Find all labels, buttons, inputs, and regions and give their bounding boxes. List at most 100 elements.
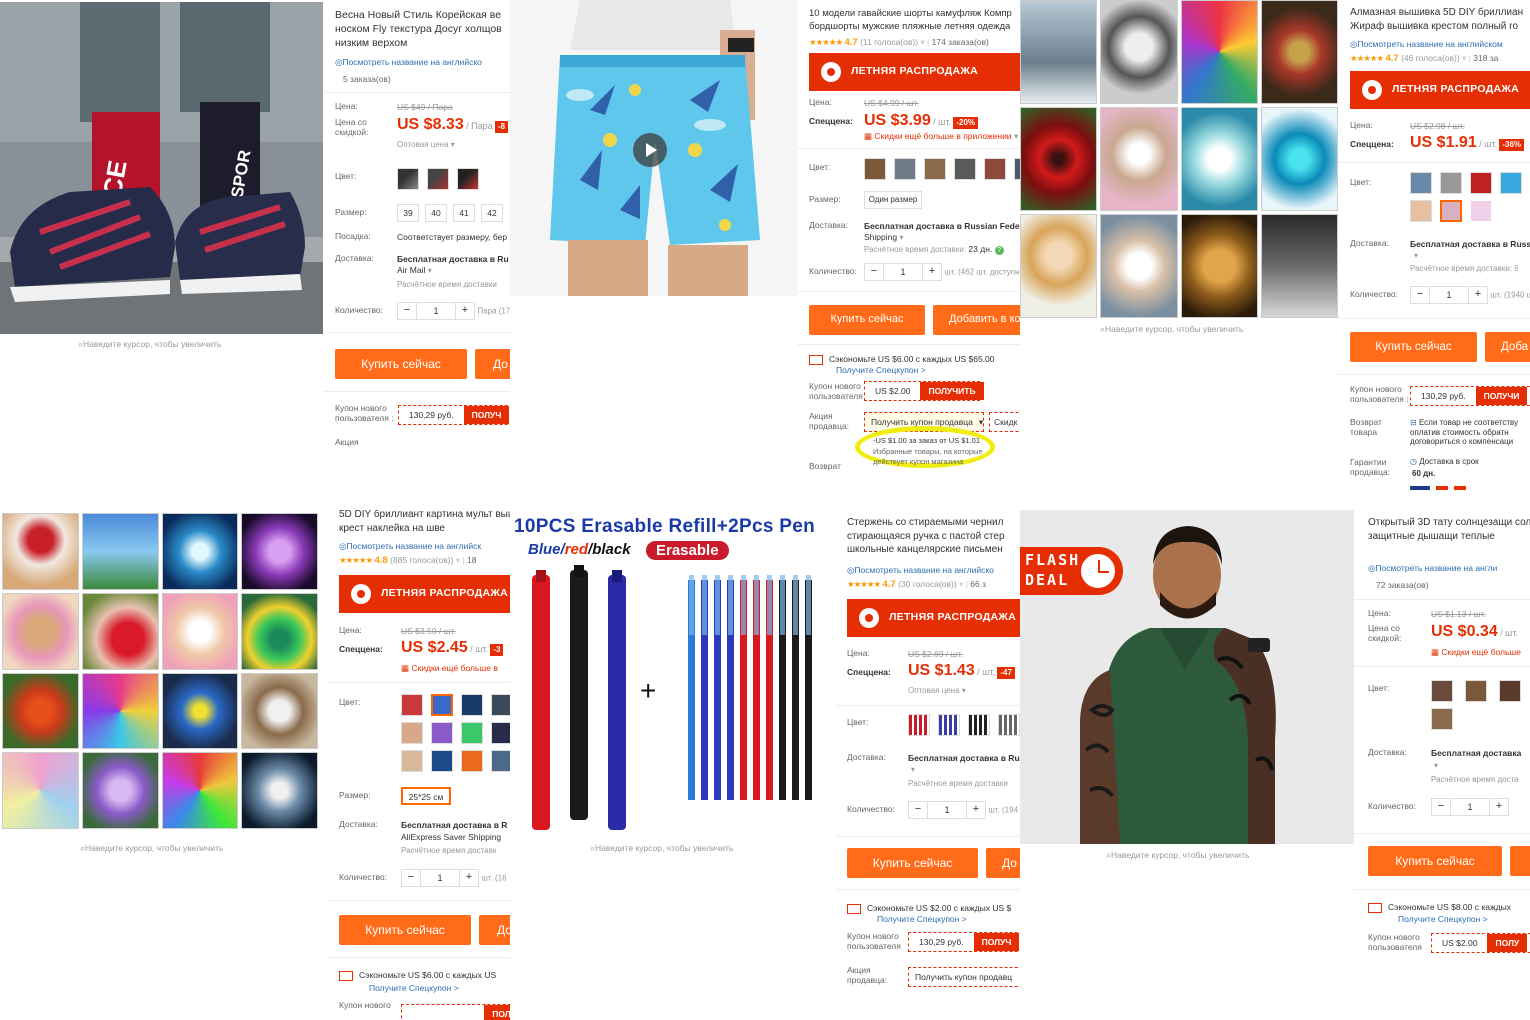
color-swatch[interactable] — [401, 722, 423, 744]
color-swatch[interactable] — [491, 750, 510, 772]
shipping-method[interactable]: Shipping ▾ — [864, 232, 903, 243]
buy-now-button[interactable]: Купить сейчас — [1350, 332, 1477, 362]
thumbnail[interactable] — [1260, 0, 1338, 104]
quantity-value[interactable]: 1 — [416, 303, 456, 319]
quantity-stepper[interactable]: −1 + шт. (16 — [401, 869, 507, 887]
quantity-stepper[interactable]: −1 + шт. (194 — [908, 801, 1018, 819]
thumbnail[interactable] — [1100, 0, 1178, 104]
product-title[interactable]: Весна Новый Стиль Корейская ве носком Fl… — [335, 8, 510, 51]
wholesale-link[interactable]: Оптовая цена ▾ — [908, 686, 966, 696]
size-option-selected[interactable]: 25*25 см — [401, 787, 451, 805]
size-option[interactable]: 40 — [425, 204, 447, 222]
thumbnail[interactable] — [241, 513, 318, 590]
thumbnail[interactable] — [161, 672, 239, 750]
thumbnail[interactable] — [1020, 0, 1098, 104]
color-swatch[interactable] — [1410, 172, 1432, 194]
plus-icon[interactable]: + — [923, 265, 941, 279]
product-title[interactable]: Открытый 3D тату солнцезащи солнца УФ за… — [1368, 516, 1530, 543]
get-coupon-button[interactable]: ПОЛУЧ — [973, 933, 1020, 951]
new-user-coupon[interactable]: US $2.00 ПОЛУЧИТЬ — [864, 381, 984, 401]
thumbnail[interactable] — [241, 672, 318, 750]
get-coupon-button[interactable]: ПОЛУ — [1487, 934, 1528, 952]
votes-count[interactable]: (885 голоса(ов)) — [390, 555, 453, 565]
shipping-method[interactable]: AliExpress Saver Shipping — [401, 832, 501, 843]
color-swatch[interactable] — [401, 694, 423, 716]
plus-icon[interactable]: + — [1469, 288, 1487, 302]
thumbnail[interactable] — [161, 752, 239, 829]
quantity-stepper[interactable]: −1 + шт. (462 шт. доступно) — [864, 263, 1020, 281]
product-image-tattoo-sleeves[interactable]: FLASH DEAL — [1020, 510, 1354, 844]
add-to-cart-button[interactable]: Доба — [1485, 332, 1530, 362]
color-swatch[interactable] — [908, 714, 930, 736]
thumbnail[interactable] — [1180, 107, 1258, 211]
color-swatch[interactable] — [461, 694, 483, 716]
color-swatch[interactable] — [1440, 172, 1462, 194]
color-swatch[interactable] — [938, 714, 960, 736]
color-swatch[interactable] — [431, 750, 453, 772]
color-swatch[interactable] — [1431, 708, 1453, 730]
special-coupon-link[interactable]: Получите Спецкупон > — [369, 983, 459, 994]
thumbnail[interactable] — [1260, 214, 1338, 318]
plus-icon[interactable]: + — [967, 803, 985, 817]
color-swatch[interactable] — [1500, 172, 1522, 194]
color-swatch[interactable] — [894, 158, 916, 180]
color-swatch[interactable] — [1431, 680, 1453, 702]
minus-icon[interactable]: − — [865, 265, 883, 279]
play-video-icon[interactable] — [633, 133, 667, 167]
shipping-dropdown-icon[interactable]: ▾ — [1414, 251, 1418, 261]
color-swatch[interactable] — [968, 714, 990, 736]
buy-now-button[interactable]: Купить сейчас — [339, 915, 471, 945]
add-to-cart-button[interactable]: Добавить в ко — [933, 305, 1020, 335]
thumbnail[interactable] — [81, 592, 159, 670]
thumbnail[interactable] — [161, 513, 239, 590]
get-coupon-button[interactable]: ПОЛУЧИ — [1475, 387, 1528, 405]
special-coupon-link[interactable]: Получите Спецкупон > — [1398, 914, 1488, 925]
special-coupon-link[interactable]: Получите Спецкупон > — [877, 914, 967, 925]
minus-icon[interactable]: − — [402, 871, 420, 885]
thumbnail[interactable] — [2, 592, 79, 670]
translate-link[interactable]: Посмотреть название на англи — [1368, 563, 1497, 574]
thumbnail[interactable] — [1100, 214, 1178, 318]
buy-now-button[interactable]: Купить сейчас — [335, 349, 467, 379]
color-swatch[interactable] — [984, 158, 1006, 180]
color-swatch[interactable] — [431, 722, 453, 744]
get-coupon-button[interactable]: ПОЛУЧ — [463, 406, 510, 424]
minus-icon[interactable]: − — [1432, 800, 1450, 814]
minus-icon[interactable]: − — [909, 803, 927, 817]
color-swatch[interactable] — [491, 722, 510, 744]
color-swatch[interactable] — [427, 168, 449, 190]
thumbnail[interactable] — [2, 513, 79, 590]
thumbnail[interactable] — [1260, 107, 1338, 211]
thumbnail[interactable] — [81, 752, 159, 829]
plus-icon[interactable]: + — [456, 304, 474, 318]
thumbnail[interactable] — [1020, 214, 1098, 318]
app-discount-link[interactable]: ▦ Скидки ещё больше в приложении ▾ — [864, 131, 1018, 142]
size-option[interactable]: 42 — [481, 204, 503, 222]
color-swatch-selected[interactable] — [431, 694, 453, 716]
color-swatch[interactable] — [864, 158, 886, 180]
product-title[interactable]: 10 модели гавайские шорты камуфляж Компр… — [809, 8, 1020, 34]
plus-icon[interactable]: + — [1490, 800, 1508, 814]
thumbnail[interactable] — [241, 752, 318, 829]
thumbnail[interactable] — [161, 592, 239, 670]
buy-now-button[interactable]: Купить сейчас — [847, 848, 978, 878]
translate-link[interactable]: Посмотреть название на английск — [339, 541, 481, 552]
get-coupon-button[interactable]: ПОЛУЧ — [484, 1005, 510, 1020]
color-swatch-selected[interactable] — [1440, 200, 1462, 222]
color-swatch[interactable] — [1465, 680, 1487, 702]
thumbnail[interactable] — [1180, 214, 1258, 318]
color-swatch[interactable] — [1470, 172, 1492, 194]
color-swatch[interactable] — [1499, 680, 1521, 702]
app-discount-link[interactable]: ▦ Скидки ещё больше — [1431, 647, 1521, 658]
app-discount-link[interactable]: ▦ Скидки ещё больше в — [401, 663, 498, 674]
color-swatch[interactable] — [397, 168, 419, 190]
seller-discount[interactable]: Скидк — [989, 412, 1020, 432]
thumbnail[interactable] — [2, 752, 79, 829]
new-user-coupon[interactable]: 130,29 руб. ПОЛУЧ — [908, 932, 1020, 952]
help-icon[interactable]: ? — [994, 246, 1004, 255]
seller-coupon-dropdown[interactable]: Получить купон продавц — [908, 967, 1020, 987]
new-user-coupon[interactable]: ПОЛУЧ — [401, 1004, 510, 1020]
quantity-value[interactable]: 1 — [1450, 799, 1490, 815]
votes-count[interactable]: (46 голоса(ов)) — [1401, 53, 1460, 63]
quantity-stepper[interactable]: −1 + — [1431, 798, 1509, 816]
